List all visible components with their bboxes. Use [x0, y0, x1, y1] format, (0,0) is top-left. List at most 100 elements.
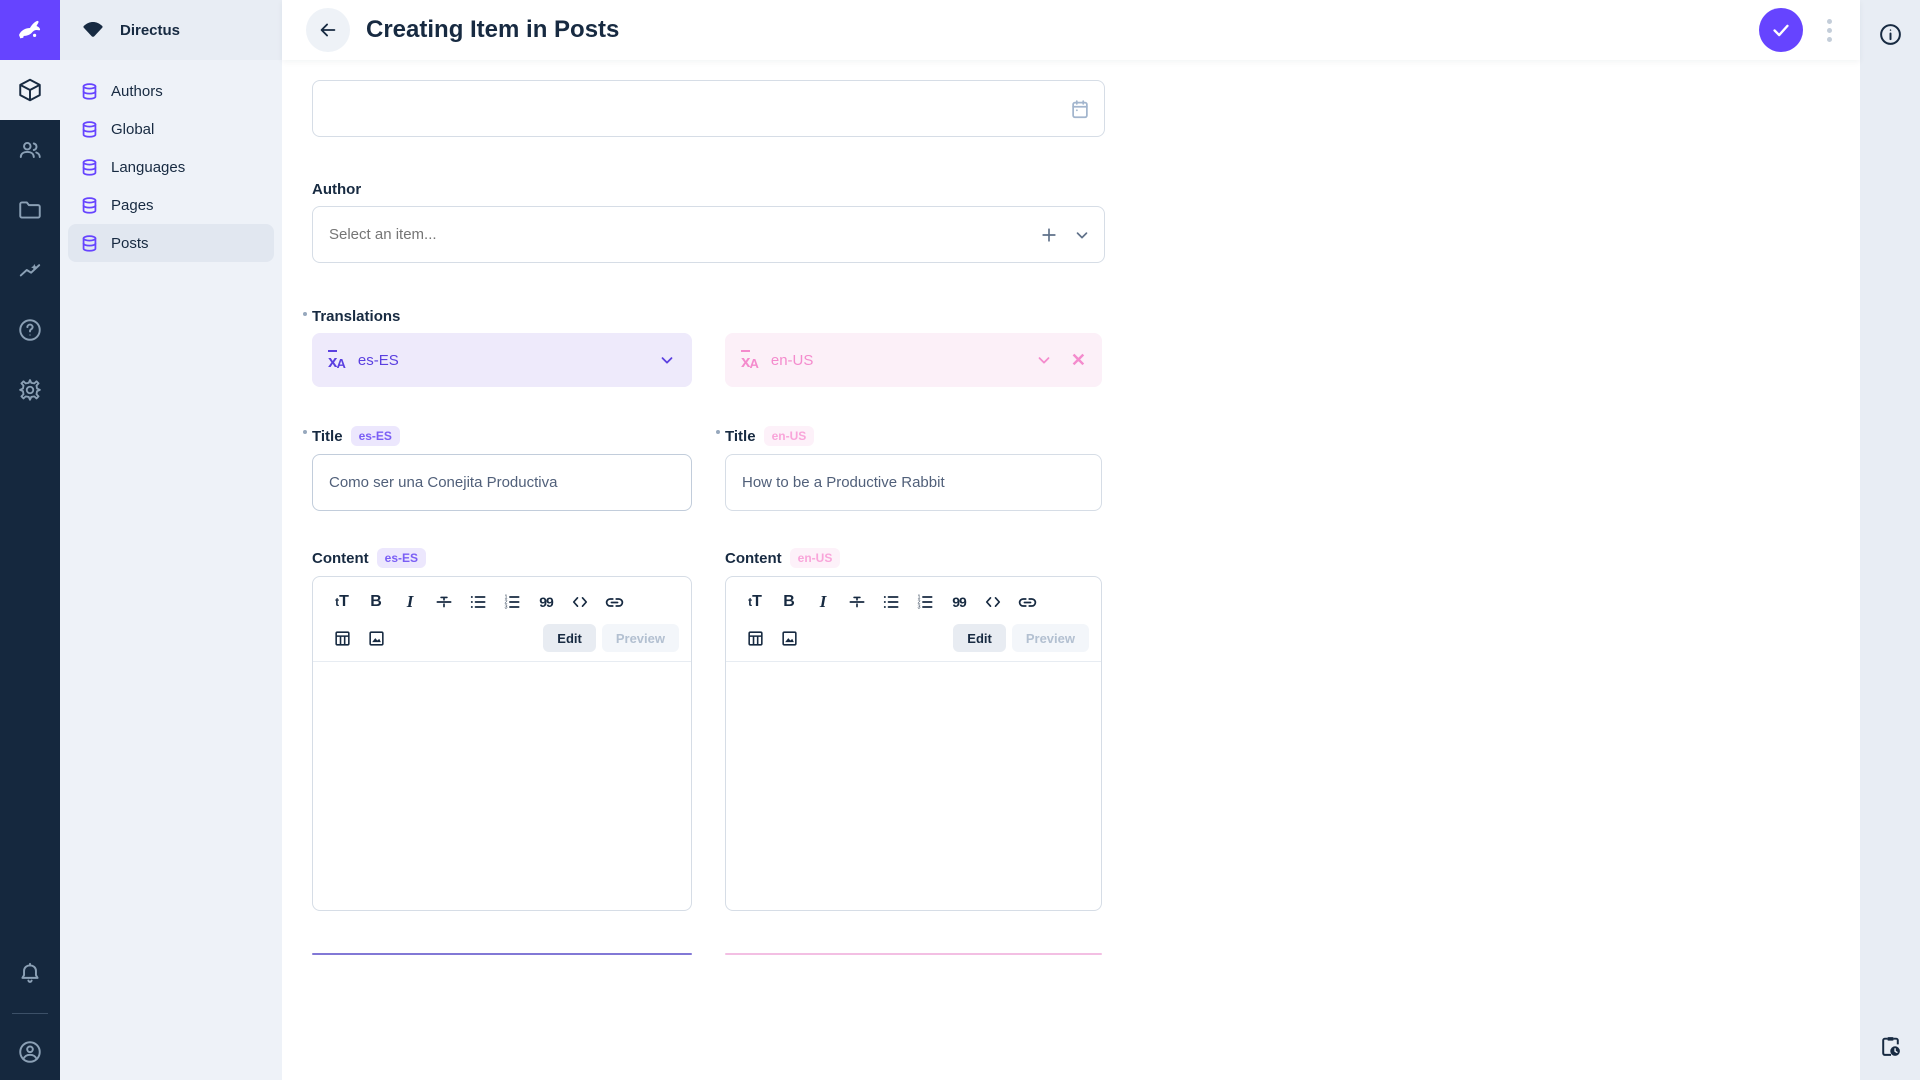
link-icon[interactable] [1010, 587, 1044, 617]
sidebar-item-posts[interactable]: Posts [68, 224, 274, 262]
editor-toolbar: tT B I 123 [726, 577, 1101, 662]
people-icon [17, 137, 43, 163]
account-button[interactable] [0, 1024, 60, 1080]
required-dot [716, 430, 720, 434]
translation-select-en[interactable]: xA en-US ✕ [725, 333, 1102, 387]
translation-select-es[interactable]: xA es-ES [312, 333, 692, 387]
svg-text:3: 3 [918, 605, 921, 611]
module-content[interactable] [0, 60, 60, 120]
sidebar-item-pages[interactable]: Pages [68, 186, 274, 224]
italic-icon[interactable]: I [806, 587, 840, 617]
collections-list: Authors Global Languages Pages Posts [60, 60, 282, 274]
project-header[interactable]: Directus [60, 0, 282, 60]
calendar-icon[interactable] [1069, 98, 1091, 120]
italic-icon[interactable]: I [393, 587, 427, 617]
required-dot [303, 430, 307, 434]
content-en-textarea[interactable] [726, 662, 1101, 910]
blockquote-icon[interactable]: 99 [529, 587, 563, 617]
sidebar-item-label: Languages [111, 159, 185, 176]
module-docs[interactable] [0, 300, 60, 360]
folder-icon [17, 197, 43, 223]
bold-icon[interactable]: B [772, 587, 806, 617]
author-select-input[interactable] [312, 206, 1105, 263]
code-icon[interactable] [563, 587, 597, 617]
module-files[interactable] [0, 180, 60, 240]
lang-badge-es: es-ES [377, 548, 426, 568]
gear-icon [17, 377, 43, 403]
title-en-input[interactable] [725, 454, 1102, 511]
account-circle-icon [17, 1039, 43, 1065]
check-icon [1770, 19, 1792, 41]
lang-badge-en: en-US [764, 426, 815, 446]
image-icon[interactable] [359, 623, 393, 653]
module-users[interactable] [0, 120, 60, 180]
page-header: Creating Item in Posts [282, 0, 1860, 60]
right-sidebar-rail [1860, 0, 1920, 1080]
sidebar-item-languages[interactable]: Languages [68, 148, 274, 186]
format-size-icon[interactable]: tT [738, 587, 772, 617]
module-settings[interactable] [0, 360, 60, 420]
module-insights[interactable] [0, 240, 60, 300]
save-button[interactable] [1759, 8, 1803, 52]
database-icon [80, 196, 99, 215]
editor-toolbar: tT B I 123 [313, 577, 691, 662]
database-icon [80, 158, 99, 177]
numbered-list-icon[interactable]: 123 [495, 587, 529, 617]
module-bar-spacer [0, 420, 60, 943]
more-options-button[interactable] [1819, 13, 1840, 48]
database-icon [80, 120, 99, 139]
cube-icon [17, 77, 43, 103]
content-es-label: Content es-ES [312, 548, 692, 568]
code-icon[interactable] [976, 587, 1010, 617]
close-icon[interactable]: ✕ [1071, 350, 1086, 371]
info-sidebar-button[interactable] [1874, 18, 1906, 50]
plus-icon[interactable] [1039, 225, 1059, 245]
revisions-sidebar-button[interactable] [1874, 1030, 1906, 1062]
chevron-down-icon[interactable] [658, 351, 676, 369]
module-bar-divider [12, 1013, 48, 1014]
clipboard-clock-icon [1878, 1034, 1903, 1059]
project-status-icon [80, 17, 106, 43]
directus-logo[interactable] [0, 0, 60, 60]
content-es-textarea[interactable] [313, 662, 691, 910]
chevron-down-icon[interactable] [1073, 226, 1091, 244]
translate-icon: xA [741, 350, 759, 370]
title-es-label: Title es-ES [312, 426, 692, 446]
translations-label: Translations [312, 308, 1105, 325]
date-input[interactable] [312, 80, 1105, 137]
content-en-label: Content en-US [725, 548, 1102, 568]
help-icon [17, 317, 43, 343]
strikethrough-icon[interactable] [840, 587, 874, 617]
numbered-list-icon[interactable]: 123 [908, 587, 942, 617]
strikethrough-icon[interactable] [427, 587, 461, 617]
sidebar-item-global[interactable]: Global [68, 110, 274, 148]
sidebar-item-label: Posts [111, 235, 149, 252]
table-icon[interactable] [738, 623, 772, 653]
bold-icon[interactable]: B [359, 587, 393, 617]
project-name: Directus [120, 22, 180, 39]
link-icon[interactable] [597, 587, 631, 617]
lang-badge-en: en-US [790, 548, 841, 568]
sidebar-item-authors[interactable]: Authors [68, 72, 274, 110]
back-button[interactable] [306, 8, 350, 52]
bullet-list-icon[interactable] [461, 587, 495, 617]
notifications-button[interactable] [0, 943, 60, 1003]
edit-mode-button[interactable]: Edit [953, 624, 1006, 652]
database-icon [80, 234, 99, 253]
edit-mode-button[interactable]: Edit [543, 624, 596, 652]
author-label: Author [312, 181, 1105, 198]
bullet-list-icon[interactable] [874, 587, 908, 617]
table-icon[interactable] [325, 623, 359, 653]
required-dot [303, 312, 307, 316]
chevron-down-icon[interactable] [1035, 351, 1053, 369]
main-area: Creating Item in Posts [282, 0, 1860, 1080]
translation-divider-es [312, 953, 692, 955]
preview-mode-button[interactable]: Preview [602, 624, 679, 652]
form-content: Author [282, 60, 1860, 1080]
preview-mode-button[interactable]: Preview [1012, 624, 1089, 652]
format-size-icon[interactable]: tT [325, 587, 359, 617]
title-es-input[interactable] [312, 454, 692, 511]
blockquote-icon[interactable]: 99 [942, 587, 976, 617]
info-icon [1878, 22, 1903, 47]
image-icon[interactable] [772, 623, 806, 653]
